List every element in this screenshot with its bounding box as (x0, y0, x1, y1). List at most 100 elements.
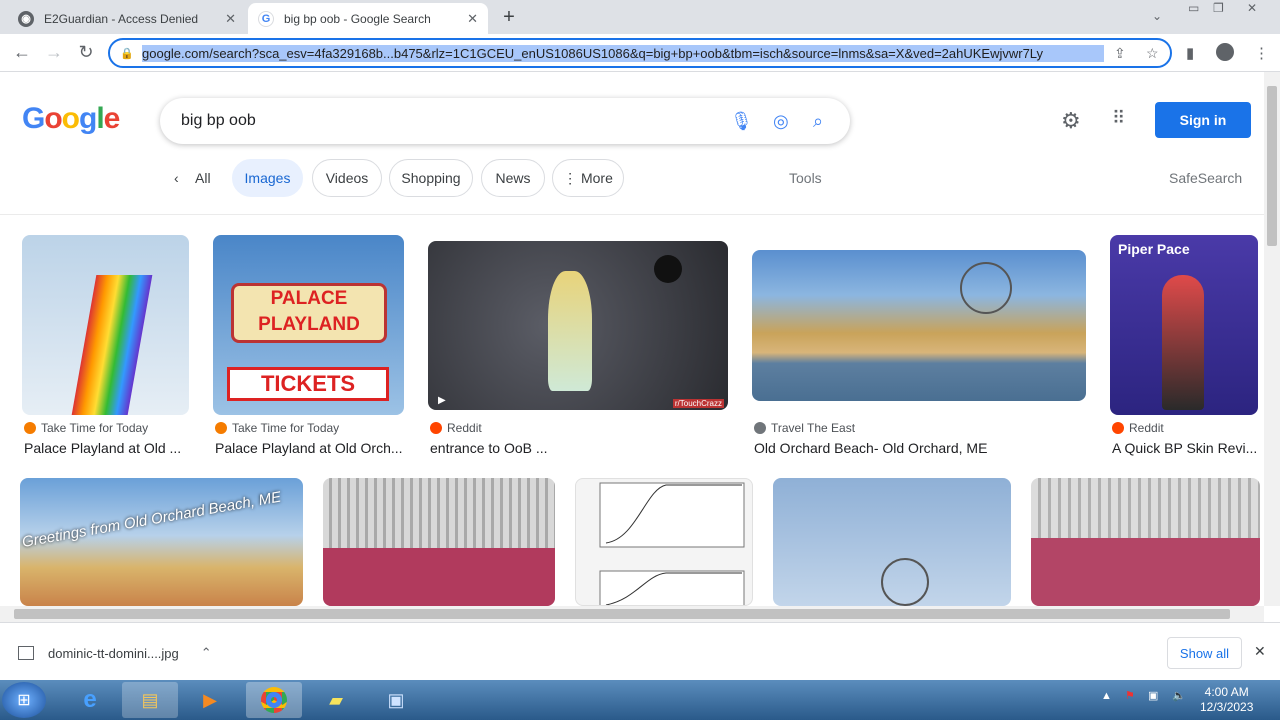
more-label: More (580, 170, 613, 186)
result-thumbnail[interactable] (773, 478, 1011, 606)
tab-e2guardian[interactable]: ◉ E2Guardian - Access Denied ✕ (8, 3, 246, 34)
vertical-scrollbar[interactable] (1264, 72, 1280, 606)
gear-icon[interactable]: ⚙ (1061, 108, 1081, 134)
download-bar: dominic-tt-domini....jpg ⌃ Show all ✕ (0, 622, 1280, 680)
menu-icon[interactable]: ⋮ (1254, 44, 1269, 62)
search-box[interactable]: big bp oob 🎙 ◎ ⌕ (160, 98, 850, 144)
result-thumbnail[interactable] (22, 235, 189, 415)
result-thumbnail[interactable]: Piper Pace (1110, 235, 1258, 415)
side-panel-icon[interactable]: ▮ (1186, 44, 1194, 62)
result-thumbnail[interactable] (575, 478, 753, 606)
sign-text: PLAYLAND (258, 314, 360, 335)
profile-icon[interactable] (1216, 43, 1234, 61)
chrome-icon[interactable] (246, 682, 302, 718)
globe-icon: ◉ (18, 10, 34, 27)
back-icon[interactable]: ← (11, 42, 33, 63)
sticky-notes-icon[interactable]: ▰ (308, 682, 364, 718)
image-result[interactable] (1031, 478, 1260, 606)
bookmark-star-icon[interactable]: ☆ (1146, 45, 1159, 62)
restore-icon[interactable]: ❐ (1213, 1, 1224, 15)
image-result[interactable] (773, 478, 1011, 606)
internet-explorer-icon[interactable]: e (62, 682, 118, 718)
close-icon[interactable]: ✕ (1254, 643, 1266, 660)
lens-icon[interactable]: ◎ (773, 111, 789, 132)
result-thumbnail[interactable] (752, 250, 1086, 401)
result-source: Take Time for Today (41, 421, 149, 435)
chevron-up-icon[interactable]: ⌃ (201, 645, 212, 661)
result-title[interactable]: entrance to OoB ... (430, 440, 548, 456)
safesearch-button[interactable]: SafeSearch (1169, 170, 1242, 186)
share-icon[interactable]: ⇪ (1114, 45, 1126, 62)
result-title[interactable]: Palace Playland at Old ... (24, 440, 181, 456)
image-result[interactable] (323, 478, 555, 606)
chevron-down-icon[interactable]: ⌄ (1152, 9, 1162, 23)
filter-news[interactable]: News (481, 159, 545, 197)
tab-google-search[interactable]: G big bp oob - Google Search ✕ (248, 3, 488, 34)
system-clock[interactable]: 4:00 AM 12/3/2023 (1200, 685, 1253, 715)
result-title[interactable]: Palace Playland at Old Orch... (215, 440, 403, 456)
address-bar[interactable]: 🔒 google.com/search?sca_esv=4fa329168b..… (108, 38, 1172, 68)
tools-button[interactable]: Tools (789, 170, 822, 186)
image-result[interactable]: Piper Pace Reddit A Quick BP Skin Revi..… (1110, 235, 1258, 465)
close-tab-icon[interactable]: ✕ (225, 11, 236, 27)
network-tool-icon[interactable]: ▣ (368, 682, 424, 718)
minimize-icon[interactable]: ▭ (1188, 1, 1199, 15)
apps-grid-icon[interactable]: ⠿ (1112, 108, 1125, 129)
filter-all[interactable]: All (195, 170, 211, 186)
browser-toolbar: ← → ↻ 🔒 google.com/search?sca_esv=4fa329… (0, 34, 1280, 72)
lock-icon: 🔒 (120, 47, 134, 60)
clock-time: 4:00 AM (1204, 685, 1249, 699)
image-result[interactable]: r/TouchCrazz ▶ Reddit entrance to OoB ..… (428, 235, 728, 465)
result-thumbnail[interactable] (1031, 478, 1260, 606)
image-result[interactable]: Travel The East Old Orchard Beach- Old O… (752, 235, 1086, 465)
media-player-icon[interactable]: ▶ (182, 682, 238, 718)
search-icon[interactable]: ⌕ (813, 111, 823, 132)
image-result[interactable]: Greetings from Old Orchard Beach, ME (20, 478, 303, 606)
image-caption: Piper Pace (1118, 241, 1190, 257)
chevron-left-icon[interactable]: ‹ (174, 170, 179, 186)
result-source: Travel The East (771, 421, 856, 435)
image-result[interactable]: Take Time for Today Palace Playland at O… (22, 235, 189, 465)
filter-more[interactable]: ⋮ More (552, 159, 624, 197)
result-source: Take Time for Today (232, 421, 340, 435)
result-thumbnail[interactable]: r/TouchCrazz ▶ (428, 241, 728, 410)
result-thumbnail[interactable]: Greetings from Old Orchard Beach, ME (20, 478, 303, 606)
volume-icon[interactable]: 🔈 (1172, 689, 1186, 702)
file-explorer-icon[interactable]: ▤ (122, 682, 178, 718)
close-tab-icon[interactable]: ✕ (467, 11, 478, 27)
scrollbar-thumb[interactable] (1267, 86, 1277, 246)
new-tab-icon[interactable]: + (498, 6, 520, 29)
flag-icon[interactable]: ⚑ (1125, 689, 1135, 702)
start-button[interactable]: ⊞ (2, 682, 46, 718)
tray-arrow-icon[interactable]: ▲ (1101, 690, 1112, 702)
horizontal-scrollbar[interactable] (0, 606, 1264, 622)
result-thumbnail[interactable] (323, 478, 555, 606)
microphone-icon[interactable]: 🎙 (730, 111, 753, 132)
filter-videos[interactable]: Videos (312, 159, 382, 197)
forward-icon[interactable]: → (43, 42, 65, 63)
download-item[interactable]: dominic-tt-domini....jpg ⌃ (18, 645, 212, 661)
plot-thumbnail (599, 482, 745, 605)
reload-icon[interactable]: ↻ (75, 42, 97, 63)
google-logo[interactable]: Google (22, 102, 120, 136)
result-title[interactable]: Old Orchard Beach- Old Orchard, ME (754, 440, 987, 456)
play-icon: ▶ (438, 395, 446, 406)
filter-shopping[interactable]: Shopping (389, 159, 473, 197)
divider (0, 214, 1264, 215)
watermark-text: r/TouchCrazz (672, 399, 724, 408)
network-icon[interactable]: ▣ (1148, 689, 1158, 702)
show-all-button[interactable]: Show all (1167, 637, 1242, 669)
image-result[interactable]: PALACE PLAYLAND TICKETS Take Time for To… (213, 235, 404, 465)
result-title[interactable]: A Quick BP Skin Revi... (1112, 440, 1257, 456)
scrollbar-thumb[interactable] (14, 609, 1230, 619)
more-vert-icon: ⋮ (563, 169, 581, 186)
result-thumbnail[interactable]: PALACE PLAYLAND TICKETS (213, 235, 404, 415)
search-input[interactable]: big bp oob (181, 112, 256, 130)
sign-in-button[interactable]: Sign in (1155, 102, 1251, 138)
image-result[interactable] (575, 478, 753, 606)
url-text[interactable]: google.com/search?sca_esv=4fa329168b...b… (142, 44, 1104, 62)
close-window-icon[interactable]: ✕ (1247, 1, 1257, 15)
filter-images[interactable]: Images (232, 159, 303, 197)
result-source: Reddit (1129, 421, 1164, 435)
download-filename: dominic-tt-domini....jpg (48, 645, 179, 661)
